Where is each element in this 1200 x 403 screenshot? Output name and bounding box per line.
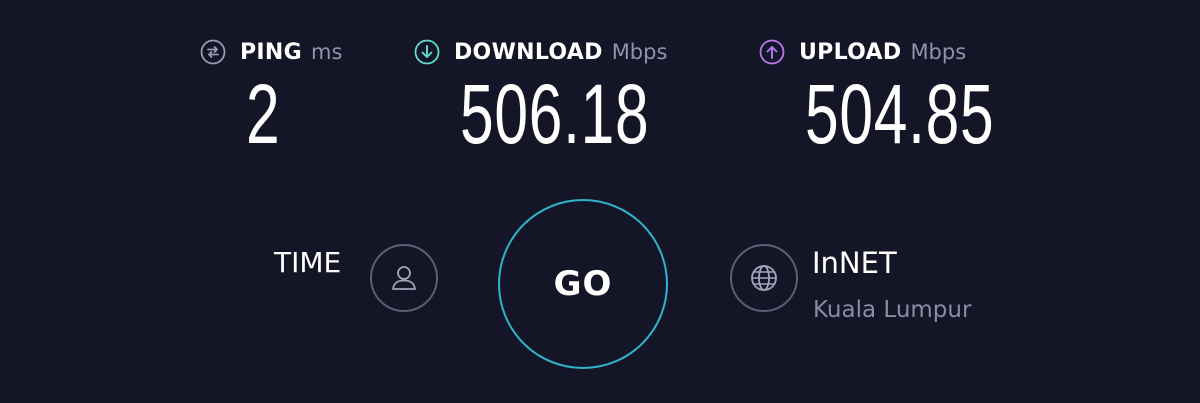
download-header: DOWNLOAD Mbps bbox=[414, 36, 667, 68]
ping-label: PING bbox=[240, 39, 302, 65]
user-button[interactable] bbox=[370, 244, 438, 312]
upload-header: UPLOAD Mbps bbox=[759, 36, 966, 68]
speedtest-panel: PING ms 2 DOWNLOAD Mbps 506.18 UPLOAD Mb… bbox=[0, 0, 1200, 403]
ping-metric: PING ms 2 bbox=[200, 36, 342, 156]
download-value: 506.18 bbox=[460, 67, 650, 161]
go-button[interactable]: GO bbox=[498, 199, 668, 369]
download-label: DOWNLOAD bbox=[454, 39, 603, 65]
server-button[interactable] bbox=[730, 244, 798, 312]
download-icon bbox=[414, 39, 440, 65]
ping-icon bbox=[200, 39, 226, 65]
download-metric: DOWNLOAD Mbps 506.18 bbox=[414, 36, 667, 156]
upload-unit: Mbps bbox=[910, 40, 967, 64]
user-icon bbox=[392, 266, 416, 290]
globe-icon bbox=[751, 265, 777, 291]
isp-name[interactable]: InNET bbox=[812, 246, 897, 280]
go-label: GO bbox=[553, 264, 613, 304]
server-location[interactable]: Kuala Lumpur bbox=[813, 297, 971, 323]
ping-header: PING ms bbox=[200, 36, 342, 68]
upload-label: UPLOAD bbox=[799, 39, 902, 65]
profile-label: TIME bbox=[274, 246, 342, 279]
download-unit: Mbps bbox=[611, 40, 668, 64]
upload-value: 504.85 bbox=[805, 67, 995, 161]
ping-value: 2 bbox=[246, 67, 281, 161]
upload-icon bbox=[759, 39, 785, 65]
upload-metric: UPLOAD Mbps 504.85 bbox=[759, 36, 994, 156]
ping-unit: ms bbox=[310, 40, 343, 64]
